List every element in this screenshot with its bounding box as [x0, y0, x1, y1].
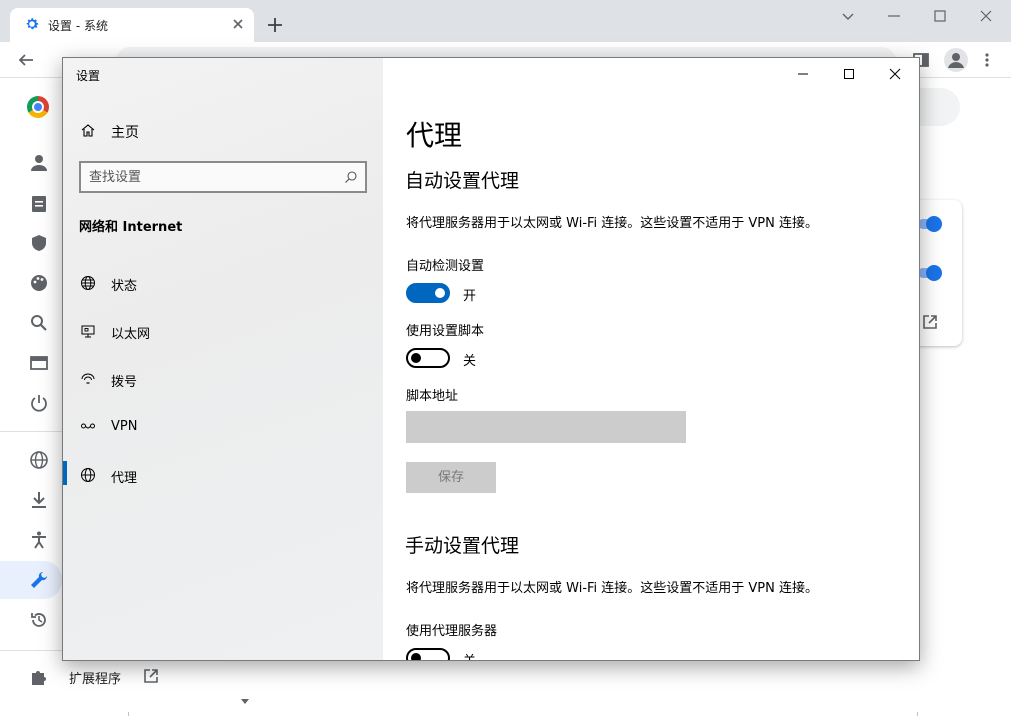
settings-nav-pane: 设置 主页 网络和 Internet 状态 以太网 — [63, 58, 383, 660]
nav-home[interactable]: 主页 — [63, 116, 383, 146]
person-icon[interactable] — [29, 153, 49, 173]
sidebar-item-extensions[interactable]: 扩展程序 — [69, 668, 121, 687]
use-proxy-state: 关 — [463, 650, 476, 660]
puzzle-icon[interactable] — [29, 667, 49, 687]
nav-item-label: 以太网 — [111, 327, 151, 342]
search-icon[interactable] — [29, 313, 49, 333]
nav-item-label: VPN — [111, 419, 138, 434]
settings-search-field[interactable] — [918, 88, 960, 126]
nav-item-status[interactable]: 状态 — [63, 263, 383, 303]
auto-detect-label: 自动检测设置 — [406, 259, 485, 274]
nav-item-label: 代理 — [111, 471, 138, 486]
nav-item-label: 拨号 — [111, 375, 138, 390]
chrome-logo-icon — [27, 96, 49, 118]
script-address-label: 脚本地址 — [406, 389, 459, 404]
page-frame-lines — [128, 712, 918, 716]
window-title: 设置 — [76, 69, 101, 83]
globe-icon[interactable] — [29, 450, 49, 470]
home-icon — [81, 124, 95, 137]
dialup-icon — [81, 373, 95, 384]
history-icon[interactable] — [29, 610, 49, 630]
settings-search-box[interactable] — [79, 161, 367, 193]
auto-detect-state: 开 — [463, 289, 477, 304]
plus-icon[interactable] — [266, 16, 284, 34]
use-proxy-toggle[interactable] — [406, 648, 450, 660]
scroll-down-arrow-icon[interactable] — [240, 696, 250, 706]
ethernet-monitor-icon — [81, 325, 95, 338]
download-icon[interactable] — [29, 490, 49, 510]
nav-item-vpn[interactable]: VPN — [63, 407, 383, 447]
wrench-icon[interactable] — [29, 570, 49, 590]
nav-home-label: 主页 — [111, 125, 139, 141]
vpn-icon — [81, 423, 95, 429]
gear-icon — [26, 18, 39, 30]
manual-proxy-description: 将代理服务器用于以太网或 Wi-Fi 连接。这些设置不适用于 VPN 连接。 — [406, 581, 819, 596]
avatar-icon — [948, 53, 964, 68]
sidebar-divider — [0, 650, 62, 651]
close-icon[interactable] — [976, 6, 996, 26]
use-script-toggle[interactable] — [406, 348, 450, 368]
open-in-new-icon[interactable] — [143, 668, 159, 684]
more-vert-icon[interactable] — [978, 51, 996, 69]
manual-proxy-heading: 手动设置代理 — [405, 535, 520, 557]
browser-window-icon[interactable] — [29, 353, 49, 373]
back-arrow-icon[interactable] — [17, 51, 35, 69]
background-toggle[interactable] — [918, 216, 942, 232]
maximize-icon[interactable] — [930, 6, 950, 26]
auto-proxy-description: 将代理服务器用于以太网或 Wi-Fi 连接。这些设置不适用于 VPN 连接。 — [406, 216, 819, 231]
globe-status-icon — [81, 276, 95, 290]
use-script-label: 使用设置脚本 — [406, 324, 485, 339]
accessibility-icon[interactable] — [29, 530, 49, 550]
search-input[interactable] — [89, 167, 329, 187]
nav-section-title: 网络和 Internet — [79, 220, 183, 235]
script-address-input[interactable] — [406, 411, 686, 443]
palette-icon[interactable] — [29, 273, 49, 293]
browser-tab-title: 设置 - 系统 — [48, 19, 108, 33]
browser-tab-strip: 设置 - 系统 — [0, 0, 1011, 42]
maximize-icon[interactable] — [841, 66, 857, 82]
globe-icon — [81, 468, 95, 482]
chevron-down-icon[interactable] — [838, 6, 858, 26]
windows-settings-window: 设置 主页 网络和 Internet 状态 以太网 — [62, 57, 920, 661]
page-title: 代理 — [406, 119, 463, 152]
minimize-icon[interactable] — [884, 6, 904, 26]
save-button[interactable]: 保存 — [406, 462, 496, 493]
power-icon[interactable] — [29, 393, 49, 413]
nav-item-label: 状态 — [111, 279, 138, 294]
auto-detect-toggle[interactable] — [406, 283, 450, 303]
search-icon — [345, 171, 357, 183]
proxy-settings-content: 代理 自动设置代理 将代理服务器用于以太网或 Wi-Fi 连接。这些设置不适用于… — [383, 58, 919, 660]
shield-icon[interactable] — [29, 233, 49, 253]
active-indicator — [63, 461, 67, 485]
nav-item-dialup[interactable]: 拨号 — [63, 359, 383, 399]
use-script-state: 关 — [463, 354, 477, 369]
nav-item-ethernet[interactable]: 以太网 — [63, 311, 383, 351]
use-proxy-label: 使用代理服务器 — [406, 624, 498, 639]
nav-item-proxy[interactable]: 代理 — [63, 455, 383, 495]
close-icon[interactable] — [887, 66, 903, 82]
sidebar-divider — [0, 431, 62, 432]
hardware-acceleration-toggle[interactable] — [918, 265, 942, 281]
auto-proxy-heading: 自动设置代理 — [405, 170, 520, 192]
clipboard-icon[interactable] — [29, 193, 49, 213]
minimize-icon[interactable] — [795, 66, 811, 82]
browser-tab-settings[interactable]: 设置 - 系统 — [10, 8, 254, 42]
open-in-new-icon[interactable] — [922, 314, 938, 330]
avatar[interactable] — [944, 48, 968, 72]
close-icon[interactable] — [230, 16, 246, 32]
